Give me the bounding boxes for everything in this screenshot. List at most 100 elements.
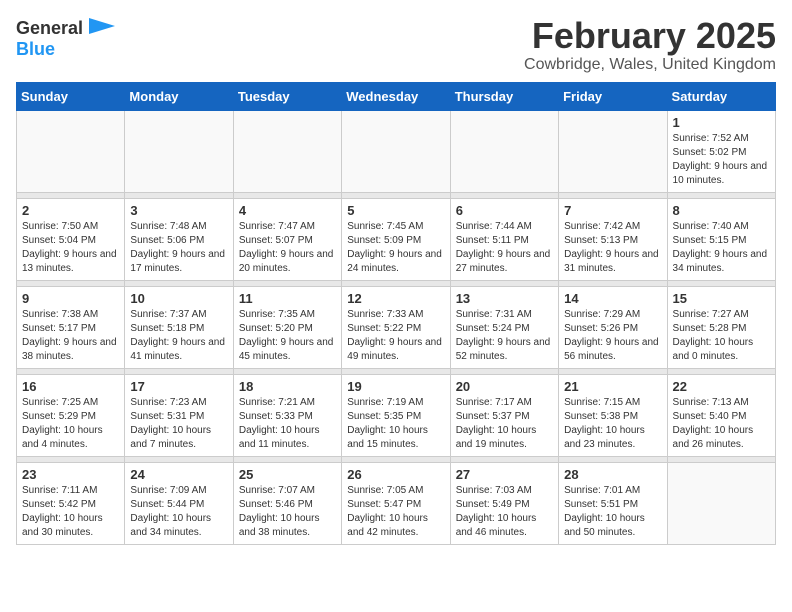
day-number: 27 <box>456 467 553 482</box>
logo: General Blue <box>16 16 117 60</box>
day-number: 22 <box>673 379 770 394</box>
day-info: Sunrise: 7:21 AM Sunset: 5:33 PM Dayligh… <box>239 396 336 452</box>
calendar-cell <box>233 110 341 192</box>
day-number: 8 <box>673 203 770 218</box>
day-number: 1 <box>673 115 770 130</box>
day-info: Sunrise: 7:17 AM Sunset: 5:37 PM Dayligh… <box>456 396 553 452</box>
day-number: 17 <box>130 379 227 394</box>
calendar-cell: 19 Sunrise: 7:19 AM Sunset: 5:35 PM Dayli… <box>342 374 450 456</box>
day-info: Sunrise: 7:40 AM Sunset: 5:15 PM Dayligh… <box>673 220 770 276</box>
day-info: Sunrise: 7:44 AM Sunset: 5:11 PM Dayligh… <box>456 220 553 276</box>
calendar-cell <box>559 110 667 192</box>
day-number: 23 <box>22 467 119 482</box>
day-number: 11 <box>239 291 336 306</box>
day-info: Sunrise: 7:01 AM Sunset: 5:51 PM Dayligh… <box>564 484 661 540</box>
calendar-week-row-3: 9 Sunrise: 7:38 AM Sunset: 5:17 PM Daylig… <box>17 286 776 368</box>
weekday-header-friday: Friday <box>559 82 667 110</box>
weekday-header-sunday: Sunday <box>17 82 125 110</box>
calendar-cell: 7 Sunrise: 7:42 AM Sunset: 5:13 PM Daylig… <box>559 198 667 280</box>
calendar-cell: 11 Sunrise: 7:35 AM Sunset: 5:20 PM Dayli… <box>233 286 341 368</box>
day-info: Sunrise: 7:42 AM Sunset: 5:13 PM Dayligh… <box>564 220 661 276</box>
calendar-cell <box>342 110 450 192</box>
logo-flag-icon <box>87 16 117 40</box>
calendar-cell: 10Sunrise: 7:37 AM Sunset: 5:18 PM Dayli… <box>125 286 233 368</box>
calendar-cell: 21 Sunrise: 7:15 AM Sunset: 5:38 PM Dayli… <box>559 374 667 456</box>
calendar-cell <box>17 110 125 192</box>
calendar-cell: 2 Sunrise: 7:50 AM Sunset: 5:04 PM Daylig… <box>17 198 125 280</box>
day-number: 6 <box>456 203 553 218</box>
calendar-cell: 24 Sunrise: 7:09 AM Sunset: 5:44 PM Dayli… <box>125 462 233 544</box>
day-info: Sunrise: 7:09 AM Sunset: 5:44 PM Dayligh… <box>130 484 227 540</box>
day-info: Sunrise: 7:50 AM Sunset: 5:04 PM Dayligh… <box>22 220 119 276</box>
calendar-week-row-2: 2 Sunrise: 7:50 AM Sunset: 5:04 PM Daylig… <box>17 198 776 280</box>
calendar-week-row-1: 1 Sunrise: 7:52 AM Sunset: 5:02 PM Daylig… <box>17 110 776 192</box>
calendar-cell: 13 Sunrise: 7:31 AM Sunset: 5:24 PM Dayli… <box>450 286 558 368</box>
calendar-cell: 25 Sunrise: 7:07 AM Sunset: 5:46 PM Dayli… <box>233 462 341 544</box>
day-number: 2 <box>22 203 119 218</box>
calendar-cell: 9 Sunrise: 7:38 AM Sunset: 5:17 PM Daylig… <box>17 286 125 368</box>
page-header: General Blue February 2025 Cowbridge, Wa… <box>16 16 776 74</box>
day-number: 20 <box>456 379 553 394</box>
calendar-cell <box>125 110 233 192</box>
day-info: Sunrise: 7:23 AM Sunset: 5:31 PM Dayligh… <box>130 396 227 452</box>
day-number: 25 <box>239 467 336 482</box>
day-info: Sunrise: 7:52 AM Sunset: 5:02 PM Dayligh… <box>673 132 770 188</box>
day-number: 5 <box>347 203 444 218</box>
calendar-cell: 6 Sunrise: 7:44 AM Sunset: 5:11 PM Daylig… <box>450 198 558 280</box>
day-info: Sunrise: 7:07 AM Sunset: 5:46 PM Dayligh… <box>239 484 336 540</box>
day-number: 28 <box>564 467 661 482</box>
calendar-week-row-4: 16 Sunrise: 7:25 AM Sunset: 5:29 PM Dayli… <box>17 374 776 456</box>
day-number: 7 <box>564 203 661 218</box>
day-info: Sunrise: 7:35 AM Sunset: 5:20 PM Dayligh… <box>239 308 336 364</box>
day-number: 19 <box>347 379 444 394</box>
day-info: Sunrise: 7:03 AM Sunset: 5:49 PM Dayligh… <box>456 484 553 540</box>
day-number: 21 <box>564 379 661 394</box>
weekday-header-saturday: Saturday <box>667 82 775 110</box>
day-info: Sunrise: 7:27 AM Sunset: 5:28 PM Dayligh… <box>673 308 770 364</box>
weekday-header-tuesday: Tuesday <box>233 82 341 110</box>
day-info: Sunrise: 7:31 AM Sunset: 5:24 PM Dayligh… <box>456 308 553 364</box>
day-number: 14 <box>564 291 661 306</box>
day-info: Sunrise: 7:05 AM Sunset: 5:47 PM Dayligh… <box>347 484 444 540</box>
day-info: Sunrise: 7:45 AM Sunset: 5:09 PM Dayligh… <box>347 220 444 276</box>
day-info: Sunrise: 7:13 AM Sunset: 5:40 PM Dayligh… <box>673 396 770 452</box>
day-info: Sunrise: 7:19 AM Sunset: 5:35 PM Dayligh… <box>347 396 444 452</box>
day-number: 26 <box>347 467 444 482</box>
calendar-cell: 15Sunrise: 7:27 AM Sunset: 5:28 PM Dayli… <box>667 286 775 368</box>
weekday-header-wednesday: Wednesday <box>342 82 450 110</box>
day-number: 9 <box>22 291 119 306</box>
day-info: Sunrise: 7:29 AM Sunset: 5:26 PM Dayligh… <box>564 308 661 364</box>
calendar-cell: 1 Sunrise: 7:52 AM Sunset: 5:02 PM Daylig… <box>667 110 775 192</box>
calendar-cell: 20 Sunrise: 7:17 AM Sunset: 5:37 PM Dayli… <box>450 374 558 456</box>
day-number: 24 <box>130 467 227 482</box>
month-title: February 2025 <box>524 16 776 56</box>
day-info: Sunrise: 7:37 AM Sunset: 5:18 PM Dayligh… <box>130 308 227 364</box>
calendar-table: SundayMondayTuesdayWednesdayThursdayFrid… <box>16 82 776 545</box>
day-number: 18 <box>239 379 336 394</box>
logo-general: General <box>16 19 83 37</box>
day-number: 4 <box>239 203 336 218</box>
location-subtitle: Cowbridge, Wales, United Kingdom <box>524 56 776 74</box>
day-info: Sunrise: 7:25 AM Sunset: 5:29 PM Dayligh… <box>22 396 119 452</box>
calendar-week-row-5: 23Sunrise: 7:11 AM Sunset: 5:42 PM Dayli… <box>17 462 776 544</box>
calendar-cell: 14 Sunrise: 7:29 AM Sunset: 5:26 PM Dayli… <box>559 286 667 368</box>
day-info: Sunrise: 7:48 AM Sunset: 5:06 PM Dayligh… <box>130 220 227 276</box>
day-number: 13 <box>456 291 553 306</box>
calendar-cell: 5 Sunrise: 7:45 AM Sunset: 5:09 PM Daylig… <box>342 198 450 280</box>
calendar-cell: 12 Sunrise: 7:33 AM Sunset: 5:22 PM Dayli… <box>342 286 450 368</box>
calendar-cell: 3Sunrise: 7:48 AM Sunset: 5:06 PM Daylig… <box>125 198 233 280</box>
calendar-cell: 26 Sunrise: 7:05 AM Sunset: 5:47 PM Dayli… <box>342 462 450 544</box>
calendar-cell: 17 Sunrise: 7:23 AM Sunset: 5:31 PM Dayli… <box>125 374 233 456</box>
logo-blue: Blue <box>16 39 55 59</box>
day-number: 16 <box>22 379 119 394</box>
calendar-cell: 28 Sunrise: 7:01 AM Sunset: 5:51 PM Dayli… <box>559 462 667 544</box>
weekday-header-row: SundayMondayTuesdayWednesdayThursdayFrid… <box>17 82 776 110</box>
calendar-cell <box>667 462 775 544</box>
day-info: Sunrise: 7:15 AM Sunset: 5:38 PM Dayligh… <box>564 396 661 452</box>
calendar-cell: 22 Sunrise: 7:13 AM Sunset: 5:40 PM Dayli… <box>667 374 775 456</box>
calendar-cell: 16 Sunrise: 7:25 AM Sunset: 5:29 PM Dayli… <box>17 374 125 456</box>
day-info: Sunrise: 7:38 AM Sunset: 5:17 PM Dayligh… <box>22 308 119 364</box>
calendar-cell: 8 Sunrise: 7:40 AM Sunset: 5:15 PM Daylig… <box>667 198 775 280</box>
day-number: 12 <box>347 291 444 306</box>
day-info: Sunrise: 7:33 AM Sunset: 5:22 PM Dayligh… <box>347 308 444 364</box>
